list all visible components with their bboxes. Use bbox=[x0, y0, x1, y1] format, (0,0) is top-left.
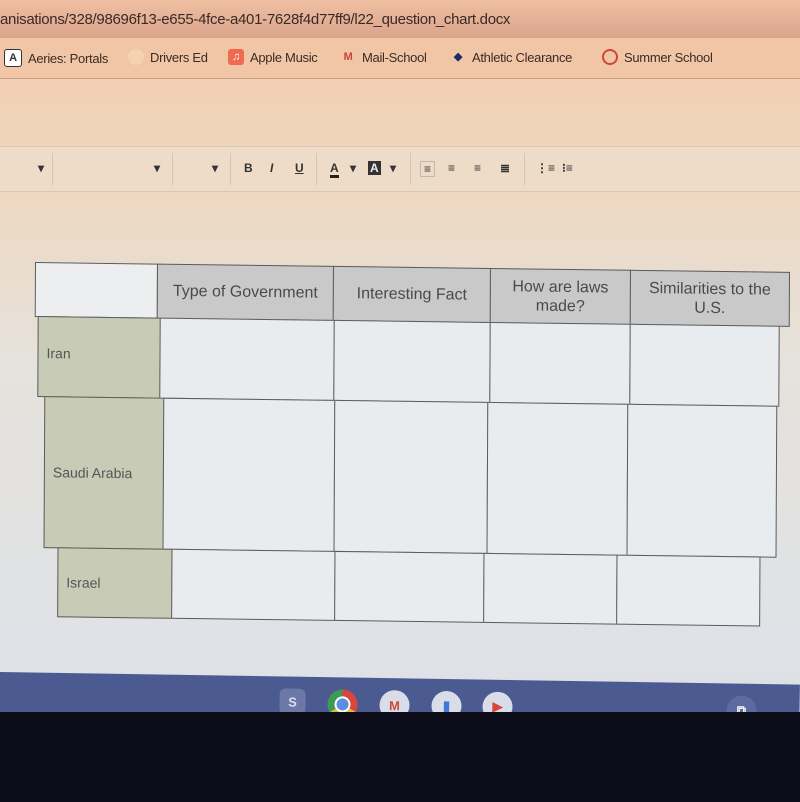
bookmark-athletic-clearance[interactable]: ◆ Athletic Clearance bbox=[450, 49, 573, 65]
bookmark-label: Athletic Clearance bbox=[472, 49, 573, 65]
divider bbox=[524, 153, 525, 185]
corner-cell bbox=[34, 262, 158, 319]
bookmark-label: Summer School bbox=[624, 49, 713, 65]
font-color-button[interactable]: A bbox=[330, 161, 339, 178]
size-dropdown[interactable]: ▾ bbox=[212, 161, 218, 175]
font-dropdown[interactable]: ▾ bbox=[154, 161, 160, 175]
style-dropdown[interactable]: ▾ bbox=[38, 161, 44, 175]
gmail-icon: M bbox=[343, 51, 353, 63]
cell-saudi-laws[interactable] bbox=[486, 401, 629, 556]
header-similarities: Similarities to the U.S. bbox=[629, 269, 790, 327]
justify-icon[interactable]: ≣ bbox=[500, 161, 510, 175]
aeries-icon: A bbox=[4, 49, 22, 67]
bookmark-label: Drivers Ed bbox=[150, 49, 208, 65]
cell-israel-fact[interactable] bbox=[334, 550, 485, 623]
bolt-icon: ◆ bbox=[453, 51, 463, 63]
cell-israel-laws[interactable] bbox=[483, 552, 618, 625]
editor-toolbar: ▾ ▾ ▾ B I U A ▾ A ▾ ≡ ≡ ≡ ≣ ⋮≡ ⁝≡ bbox=[0, 146, 800, 192]
header-how-laws-made: How are laws made? bbox=[489, 267, 631, 325]
divider bbox=[316, 153, 317, 185]
align-right-icon[interactable]: ≡ bbox=[474, 161, 481, 175]
music-icon: ♫ bbox=[228, 49, 244, 65]
numbered-list-icon[interactable]: ⋮≡ bbox=[536, 161, 555, 175]
cell-israel-similarities[interactable] bbox=[616, 554, 761, 627]
bookmark-mail-school[interactable]: M Mail-School bbox=[340, 49, 427, 65]
cell-iran-laws[interactable] bbox=[489, 321, 631, 405]
font-color-dropdown[interactable]: ▾ bbox=[350, 161, 356, 175]
bookmarks-bar: A Aeries: Portals Drivers Ed ♫ Apple Music… bbox=[0, 38, 800, 79]
cell-saudi-similarities[interactable] bbox=[626, 403, 778, 558]
bookmark-label: Apple Music bbox=[250, 49, 318, 65]
cell-saudi-fact[interactable] bbox=[333, 399, 489, 554]
cell-iran-government[interactable] bbox=[159, 317, 335, 401]
header-type-of-government: Type of Government bbox=[156, 263, 334, 321]
highlight-button[interactable]: A bbox=[368, 161, 381, 175]
divider bbox=[230, 153, 231, 185]
row-header-iran: Iran bbox=[37, 316, 161, 399]
bookmark-label: Mail-School bbox=[362, 49, 427, 65]
row-header-israel: Israel bbox=[57, 547, 173, 619]
url-text: anisations/328/98696f13-e655-4fce-a401-7… bbox=[0, 11, 511, 28]
cell-iran-fact[interactable] bbox=[333, 319, 491, 403]
circle-icon bbox=[602, 49, 618, 65]
globe-icon bbox=[128, 49, 144, 65]
question-chart-table: Type of Government Interesting Fact How … bbox=[33, 262, 790, 632]
row-header-saudi-arabia: Saudi Arabia bbox=[43, 396, 165, 550]
divider bbox=[52, 153, 53, 185]
app-s-icon[interactable]: S bbox=[279, 688, 306, 715]
divider bbox=[172, 153, 173, 185]
cell-saudi-government[interactable] bbox=[162, 397, 336, 552]
italic-button[interactable]: I bbox=[270, 161, 273, 175]
screen-bezel bbox=[0, 712, 800, 802]
header-interesting-fact: Interesting Fact bbox=[332, 265, 491, 323]
bookmark-drivers-ed[interactable]: Drivers Ed bbox=[128, 49, 208, 65]
bookmark-label: Aeries: Portals bbox=[28, 50, 109, 66]
bold-button[interactable]: B bbox=[244, 161, 253, 175]
align-center-icon[interactable]: ≡ bbox=[448, 161, 455, 175]
cell-israel-government[interactable] bbox=[171, 548, 336, 621]
bookmark-aeries[interactable]: A Aeries: Portals bbox=[4, 49, 108, 67]
align-left-icon[interactable]: ≡ bbox=[420, 161, 436, 177]
bookmark-summer-school[interactable]: Summer School bbox=[602, 49, 713, 65]
highlight-dropdown[interactable]: ▾ bbox=[390, 161, 396, 175]
bulleted-list-icon[interactable]: ⁝≡ bbox=[562, 161, 573, 175]
underline-button[interactable]: U bbox=[295, 161, 304, 175]
bookmark-apple-music[interactable]: ♫ Apple Music bbox=[228, 49, 318, 65]
cell-iran-similarities[interactable] bbox=[629, 323, 780, 407]
address-bar[interactable]: anisations/328/98696f13-e655-4fce-a401-7… bbox=[0, 0, 800, 38]
divider bbox=[410, 153, 411, 185]
